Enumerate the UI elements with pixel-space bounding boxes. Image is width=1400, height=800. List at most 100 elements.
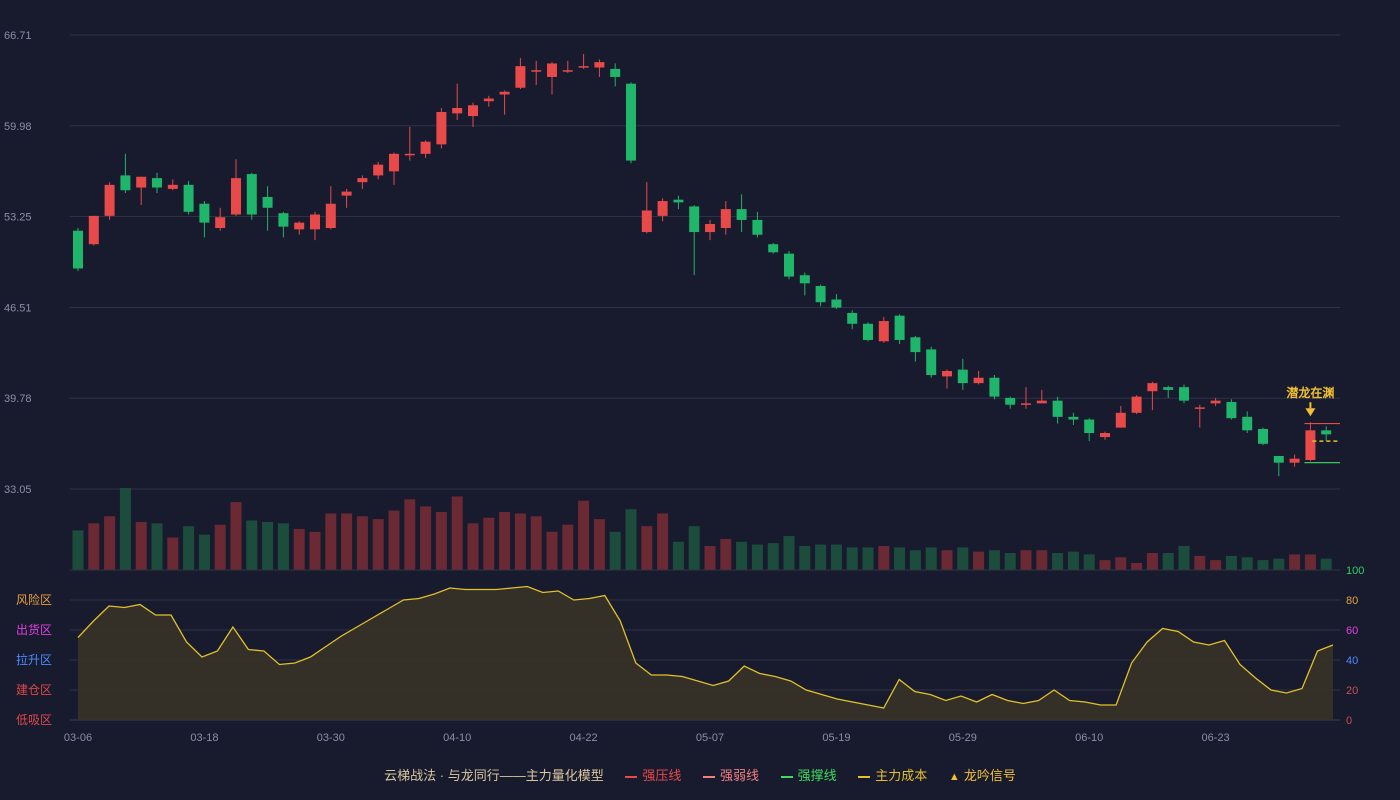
legend-item-signal: ▲ 龙吟信号	[948, 768, 1016, 783]
volume-bar	[1320, 558, 1332, 570]
signal-triangle-icon: ▲	[948, 771, 960, 783]
candle-body	[1273, 455, 1284, 463]
candle-body	[689, 206, 700, 233]
candle-body	[499, 91, 510, 95]
volume-bar	[1273, 558, 1285, 570]
candle-body	[246, 174, 257, 215]
candle-body	[863, 323, 873, 340]
candle-body	[768, 244, 779, 253]
candle-body	[1147, 383, 1158, 392]
volume-bar	[388, 510, 400, 570]
candle-body	[389, 153, 399, 172]
volume-bar	[641, 526, 653, 570]
volume-bar	[514, 513, 526, 570]
candle-body	[420, 141, 431, 154]
volume-bar	[1178, 545, 1190, 570]
candle-body	[231, 178, 241, 215]
volume-bar	[451, 496, 463, 570]
candle-body	[1289, 458, 1300, 463]
volume-bar	[578, 500, 590, 570]
candle-body	[752, 219, 763, 235]
candle-body	[847, 312, 858, 324]
price-axis-label: 46.51	[4, 302, 32, 314]
candle-body	[88, 215, 99, 245]
price-axis-label: 33.05	[4, 484, 32, 496]
volume-bar	[1225, 555, 1237, 570]
candle-body	[1163, 387, 1174, 390]
candle-body	[373, 164, 384, 176]
volume-bar	[1036, 550, 1048, 570]
candle-body	[468, 105, 478, 117]
candle-body	[73, 230, 83, 269]
candle-body	[1005, 397, 1016, 405]
candle-body	[183, 184, 194, 212]
volume-bar	[562, 524, 574, 570]
x-axis-label: 04-10	[443, 732, 471, 744]
volume-bar	[88, 523, 100, 570]
indicator-zone-label: 拉升区	[16, 652, 52, 667]
indicator-zone-label: 出货区	[16, 622, 52, 637]
resistance-swatch	[625, 775, 638, 778]
volume-bar	[214, 524, 226, 570]
candle-body	[262, 196, 273, 208]
x-axis-label: 04-22	[570, 732, 598, 744]
candle-body	[1084, 419, 1095, 434]
candle-body	[610, 68, 621, 77]
volume-bar	[341, 513, 353, 570]
volume-bar	[246, 520, 258, 570]
volume-bar	[830, 544, 842, 570]
candle-body	[720, 209, 731, 229]
x-axis-label: 05-07	[696, 732, 724, 744]
candle-body	[910, 337, 921, 353]
volume-bar	[1004, 553, 1016, 570]
candle-body	[894, 315, 905, 340]
candle-body	[278, 213, 289, 227]
volume-bar	[104, 516, 116, 570]
volume-bar	[135, 521, 147, 570]
volume-bar	[973, 551, 985, 570]
indicator-axis-label: 60	[1346, 625, 1358, 637]
candle-body	[626, 83, 636, 161]
candle-body	[483, 98, 494, 102]
x-axis-label: 05-29	[949, 732, 977, 744]
candle-body	[1305, 430, 1316, 461]
volume-bar	[435, 512, 447, 570]
volume-bar	[688, 526, 700, 570]
candle-body	[357, 178, 368, 183]
volume-bar	[356, 516, 368, 570]
candle-body	[1131, 396, 1142, 413]
signal-arrow-icon	[1305, 408, 1316, 417]
legend-title: 云梯战法 · 与龙同行——主力量化模型	[384, 768, 604, 783]
indicator-zone-label: 风险区	[16, 592, 52, 607]
volume-bar	[862, 547, 874, 570]
indicator-zone-label: 低吸区	[16, 713, 52, 727]
indicator-zone-label: 建仓区	[16, 683, 52, 697]
volume-bar	[767, 543, 779, 570]
volume-bar	[483, 517, 495, 570]
candle-body	[736, 209, 747, 220]
volume-bar	[736, 541, 748, 570]
volume-bar	[262, 521, 274, 570]
strength-swatch	[703, 775, 715, 778]
volume-bar	[499, 512, 511, 570]
volume-bar	[183, 526, 195, 570]
candle-body	[1068, 416, 1079, 420]
candle-body	[215, 217, 226, 229]
candle-body	[547, 63, 557, 77]
volume-bar	[151, 523, 163, 570]
volume-bar	[593, 519, 605, 570]
x-axis-label: 03-18	[190, 732, 218, 744]
candle-body	[152, 178, 162, 188]
candle-body	[673, 199, 684, 203]
volume-bar	[894, 547, 906, 570]
candle-body	[341, 191, 352, 196]
volume-bar	[1020, 550, 1032, 570]
volume-bar	[1146, 553, 1158, 570]
candle-body	[1021, 403, 1031, 405]
volume-bar	[325, 513, 337, 570]
volume-bar	[198, 534, 210, 570]
volume-bar	[1289, 554, 1301, 570]
candle-body	[705, 223, 715, 233]
indicator-axis-label: 40	[1346, 655, 1358, 667]
price-axis-label: 59.98	[4, 121, 32, 133]
